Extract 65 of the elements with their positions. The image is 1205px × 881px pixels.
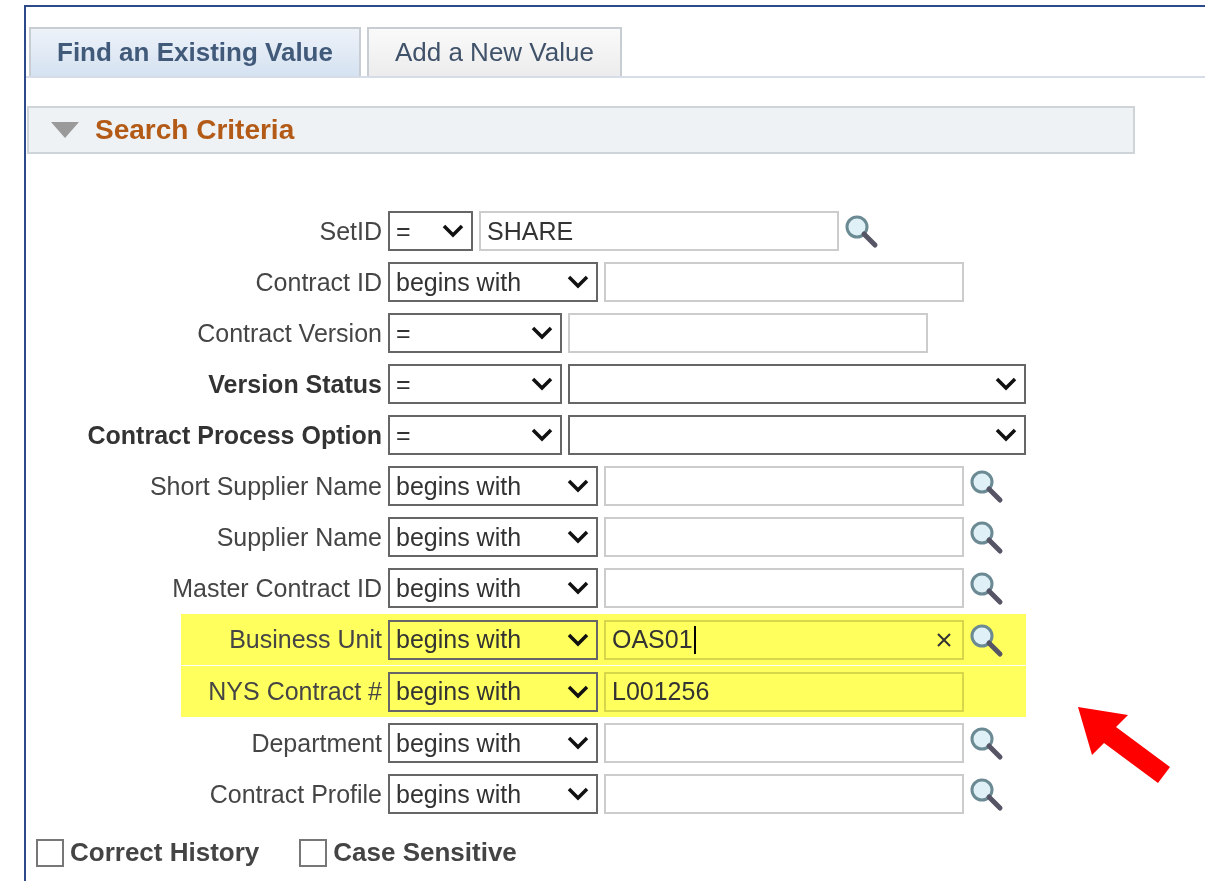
value-dropdown[interactable] (568, 415, 1026, 455)
field-label: NYS Contract # (207, 677, 383, 706)
operator-select[interactable]: begins with (388, 619, 598, 660)
input-field[interactable] (604, 466, 964, 506)
operator-select[interactable]: begins with (388, 568, 598, 608)
chevron-down-icon (566, 529, 590, 545)
input-field[interactable] (604, 568, 964, 608)
field-label: Short Supplier Name (148, 471, 383, 501)
search-icon[interactable] (968, 776, 1004, 812)
operator-select[interactable]: begins with (388, 517, 598, 557)
chevron-down-icon (994, 376, 1018, 392)
operator-select[interactable]: = (388, 313, 562, 353)
checkbox-label[interactable]: Correct History (70, 837, 260, 868)
operator-select[interactable]: = (388, 415, 562, 455)
chevron-down-icon (566, 580, 590, 596)
input-field[interactable] (604, 774, 964, 814)
chevron-down-icon (530, 325, 554, 341)
field-label: Master Contract ID (171, 573, 383, 603)
section-title: Search Criteria (95, 114, 295, 146)
field-label: Supplier Name (215, 522, 383, 552)
checkbox-label[interactable]: Case Sensitive (333, 837, 517, 868)
input-field[interactable] (604, 723, 964, 763)
input-field[interactable]: L001256 (604, 671, 964, 712)
value-dropdown[interactable] (568, 364, 1026, 404)
chevron-down-icon (994, 427, 1018, 443)
input-field[interactable]: OAS01 (604, 619, 964, 660)
chevron-down-icon (566, 631, 590, 648)
operator-select[interactable]: begins with (388, 723, 598, 763)
operator-select[interactable]: begins with (388, 774, 598, 814)
field-label: Version Status (207, 369, 383, 399)
chevron-down-icon (566, 735, 590, 751)
chevron-down-icon (530, 427, 554, 443)
search-icon[interactable] (968, 468, 1004, 504)
field-label: SetID (318, 216, 383, 246)
field-label: Contract Process Option (86, 420, 383, 450)
operator-select[interactable]: = (388, 211, 473, 251)
chevron-down-icon (566, 478, 590, 494)
search-icon[interactable] (968, 519, 1004, 555)
field-label: Business Unit (228, 625, 383, 654)
field-label: Contract ID (254, 267, 383, 297)
field-label: Department (250, 728, 383, 758)
field-label: Contract Version (196, 318, 383, 348)
operator-select[interactable]: begins with (388, 466, 598, 506)
operator-select[interactable]: = (388, 364, 562, 404)
input-field[interactable]: SHARE (479, 211, 839, 251)
chevron-down-icon (566, 274, 590, 290)
clear-icon[interactable] (936, 631, 952, 648)
section-header[interactable]: Search Criteria (27, 106, 1135, 154)
checkbox[interactable] (299, 838, 328, 867)
operator-select[interactable]: begins with (388, 262, 598, 302)
chevron-down-icon (566, 786, 590, 802)
field-label: Contract Profile (208, 779, 383, 809)
tab[interactable]: Add a New Value (366, 27, 622, 76)
chevron-down-icon (530, 376, 554, 392)
operator-select[interactable]: begins with (388, 671, 598, 712)
search-icon[interactable] (968, 570, 1004, 606)
chevron-down-icon (566, 683, 590, 700)
search-icon[interactable] (968, 725, 1004, 761)
tab[interactable]: Find an Existing Value (29, 27, 361, 76)
search-icon[interactable] (843, 213, 879, 249)
chevron-down-icon (441, 223, 465, 239)
input-field[interactable] (604, 517, 964, 557)
checkbox[interactable] (36, 838, 64, 867)
input-field[interactable] (568, 313, 928, 353)
input-field[interactable] (604, 262, 964, 302)
